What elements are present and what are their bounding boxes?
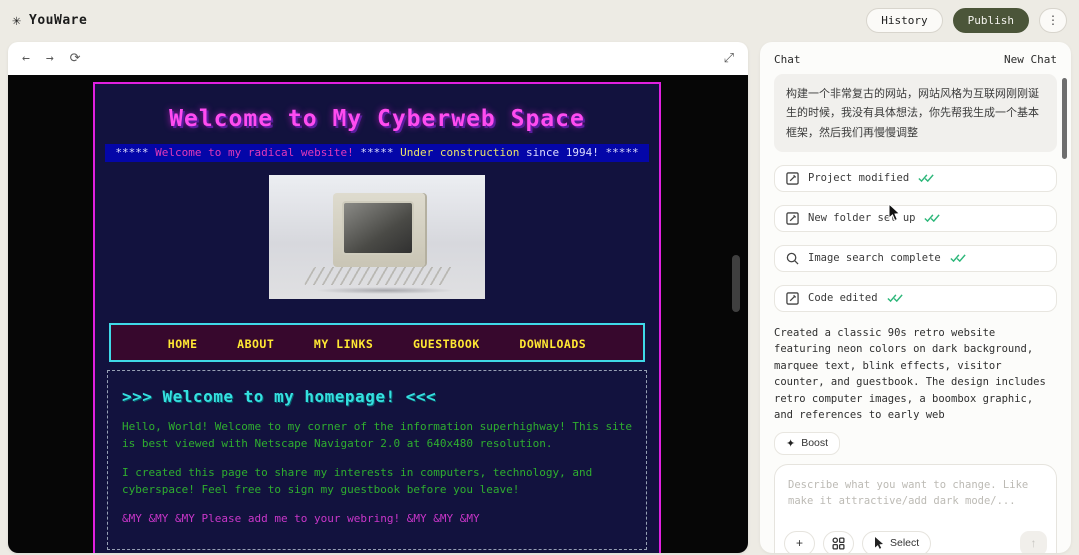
edit-icon <box>786 212 799 225</box>
retro-site: Welcome to My Cyberweb Space ***** Welco… <box>93 82 661 553</box>
assistant-summary: Created a classic 90s retro website feat… <box>774 325 1057 424</box>
boost-button[interactable]: ✦ Boost <box>774 432 840 455</box>
status-item-image-search[interactable]: Image search complete <box>774 245 1057 272</box>
nav-link-home[interactable]: HOME <box>168 337 198 351</box>
site-nav: HOME ABOUT MY LINKS GUESTBOOK DOWNLOADS <box>109 323 645 362</box>
double-check-icon <box>924 213 940 223</box>
nav-link-about[interactable]: ABOUT <box>237 337 274 351</box>
preview-scrollbar[interactable] <box>732 255 740 312</box>
edit-icon <box>786 292 799 305</box>
more-menu-button[interactable]: ⋮ <box>1039 8 1067 33</box>
select-label: Select <box>890 537 919 549</box>
welcome-paragraph: I created this page to share my interest… <box>122 465 632 498</box>
youware-logo-icon: ✳ <box>12 11 21 29</box>
double-check-icon <box>887 293 903 303</box>
retro-computer-photo <box>269 175 485 299</box>
mouse-cursor <box>888 203 902 222</box>
user-message-bubble: 构建一个非常复古的网站，网站风格为互联网刚刚诞生的时候，我没有具体想法，你先帮我… <box>774 74 1057 152</box>
chat-panel: Chat New Chat 构建一个非常复古的网站，网站风格为互联网刚刚诞生的时… <box>760 42 1071 553</box>
marquee-segment: since 1994! ***** <box>519 146 638 159</box>
refresh-icon[interactable]: ⟳ <box>70 51 81 66</box>
status-label: Image search complete <box>808 252 941 264</box>
webring-line: &MY &MY &MY Please add me to your webrin… <box>122 512 632 525</box>
cursor-select-icon <box>874 537 884 549</box>
edit-icon <box>786 172 799 185</box>
computer-keyboard-shape <box>304 267 456 285</box>
send-button[interactable]: ↑ <box>1020 531 1047 553</box>
double-check-icon <box>950 253 966 263</box>
add-attachment-button[interactable]: + <box>784 531 815 553</box>
double-check-icon <box>918 173 934 183</box>
site-viewport: Welcome to My Cyberweb Space ***** Welco… <box>8 75 748 553</box>
select-button[interactable]: Select <box>862 531 931 553</box>
chat-input-placeholder: Describe what you want to change. Like m… <box>775 465 1056 523</box>
status-label: Project modified <box>808 172 909 184</box>
app-header: ✳ YouWare History Publish ⋮ <box>0 0 1079 40</box>
publish-button[interactable]: Publish <box>953 8 1029 33</box>
nav-link-downloads[interactable]: DOWNLOADS <box>519 337 586 351</box>
history-button[interactable]: History <box>866 8 942 33</box>
photo-shadow <box>315 287 455 294</box>
marquee-segment: ***** <box>115 146 155 159</box>
welcome-heading: >>> Welcome to my homepage! <<< <box>122 387 632 406</box>
preview-toolbar: ← → ⟳ ⤢ <box>8 42 748 75</box>
nav-link-my-links[interactable]: MY LINKS <box>314 337 373 351</box>
welcome-paragraph: Hello, World! Welcome to my corner of th… <box>122 419 632 452</box>
sparkle-icon: ✦ <box>786 437 795 450</box>
marquee-segment: Welcome to my radical website! <box>155 146 354 159</box>
marquee-text: ***** Welcome to my radical website! ***… <box>105 144 649 162</box>
welcome-section: >>> Welcome to my homepage! <<< Hello, W… <box>107 370 647 550</box>
status-label: Code edited <box>808 292 878 304</box>
expand-icon[interactable]: ⤢ <box>724 51 734 66</box>
marquee-segment: Under construction <box>400 146 519 159</box>
status-item-project-modified[interactable]: Project modified <box>774 165 1057 192</box>
chat-scrollbar[interactable] <box>1062 78 1067 159</box>
chat-title: Chat <box>774 53 801 66</box>
status-item-new-folder[interactable]: New folder set up <box>774 205 1057 232</box>
boost-label: Boost <box>801 437 828 449</box>
nav-link-guestbook[interactable]: GUESTBOOK <box>413 337 480 351</box>
search-icon <box>786 252 799 265</box>
preview-panel: ← → ⟳ ⤢ Welcome to My Cyberweb Space ***… <box>8 42 748 553</box>
status-item-code-edited[interactable]: Code edited <box>774 285 1057 312</box>
marquee-segment: ***** <box>354 146 400 159</box>
grid-icon <box>832 537 845 550</box>
brand-name: YouWare <box>29 13 87 28</box>
new-chat-button[interactable]: New Chat <box>1004 53 1057 66</box>
computer-monitor-shape <box>333 193 425 267</box>
site-title: Welcome to My Cyberweb Space <box>95 106 659 132</box>
brand: ✳ YouWare <box>12 11 87 29</box>
computer-screen-shape <box>342 201 414 255</box>
components-button[interactable] <box>823 531 854 553</box>
chat-header: Chat New Chat <box>760 42 1071 74</box>
back-icon[interactable]: ← <box>22 51 30 66</box>
chat-input[interactable]: Describe what you want to change. Like m… <box>774 464 1057 553</box>
forward-icon[interactable]: → <box>46 51 54 66</box>
